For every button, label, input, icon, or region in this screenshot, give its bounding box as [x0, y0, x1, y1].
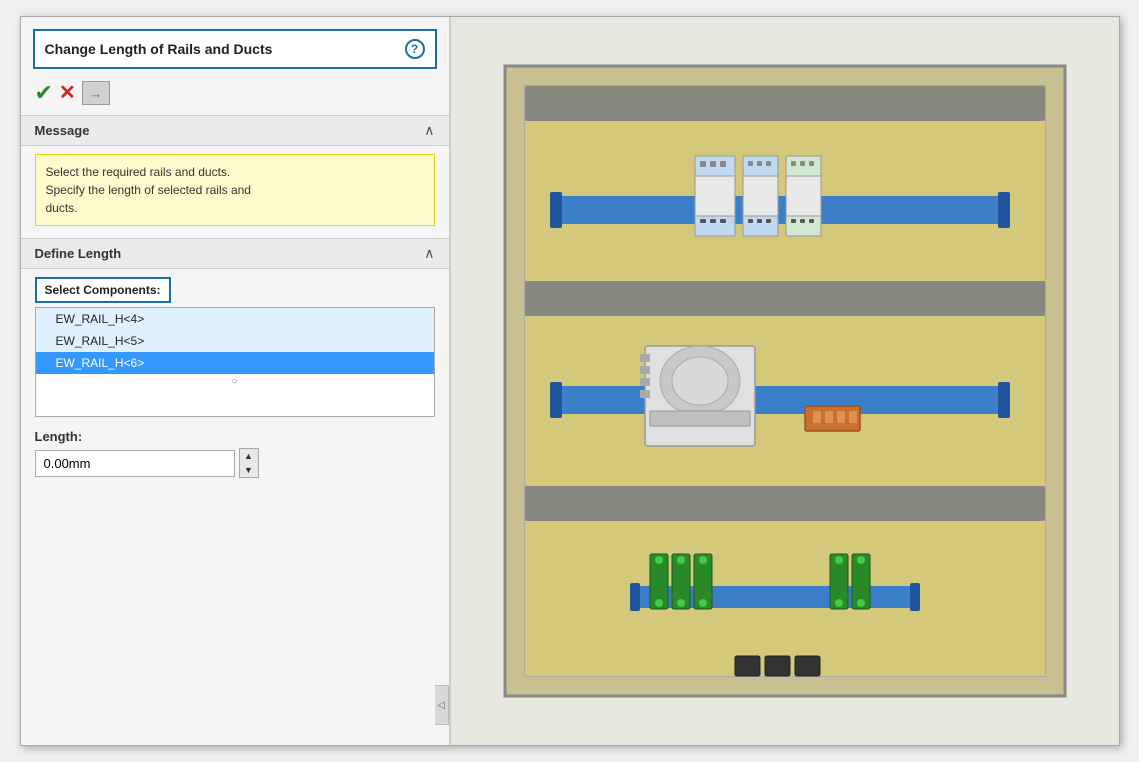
message-line1: Select the required rails and ducts.	[46, 165, 231, 179]
message-box: Select the required rails and ducts. Spe…	[35, 154, 435, 226]
list-item-rail6[interactable]: EW_RAIL_H<6>	[36, 352, 434, 374]
cabinet-view	[451, 17, 1119, 745]
collapse-handle[interactable]: ◁	[435, 685, 449, 725]
define-section-title: Define Length	[35, 246, 122, 261]
define-section-header: Define Length ∧	[21, 238, 449, 269]
panel-title: Change Length of Rails and Ducts	[45, 41, 273, 57]
length-spinner: ▲ ▼	[239, 448, 259, 478]
spinner-up[interactable]: ▲	[240, 449, 258, 463]
define-section: Define Length ∧ Select Components: EW_RA…	[21, 238, 449, 478]
message-section-header: Message ∧	[21, 115, 449, 146]
confirm-button[interactable]: ✔	[35, 82, 53, 104]
toolbar: ✔ ✕ →	[21, 77, 449, 115]
components-list: EW_RAIL_H<4> EW_RAIL_H<5> EW_RAIL_H<6> ○	[35, 307, 435, 417]
spinner-down[interactable]: ▼	[240, 463, 258, 477]
left-panel: Change Length of Rails and Ducts ? ✔ ✕ →…	[21, 17, 451, 745]
right-panel	[451, 17, 1119, 745]
title-bar: Change Length of Rails and Ducts ?	[33, 29, 437, 69]
message-chevron[interactable]: ∧	[424, 122, 434, 139]
list-item-rail5[interactable]: EW_RAIL_H<5>	[36, 330, 434, 352]
help-icon[interactable]: ?	[405, 39, 425, 59]
list-item-rail4[interactable]: EW_RAIL_H<4>	[36, 308, 434, 330]
cabinet-svg	[495, 56, 1075, 706]
define-chevron[interactable]: ∧	[424, 245, 434, 262]
select-components-label: Select Components:	[35, 277, 171, 303]
message-line2: Specify the length of selected rails and	[46, 183, 251, 197]
message-line3: ducts.	[46, 201, 78, 215]
scroll-indicator: ○	[36, 374, 434, 389]
length-input[interactable]	[35, 450, 235, 477]
arrow-button[interactable]: →	[82, 81, 110, 105]
cancel-button[interactable]: ✕	[59, 83, 76, 103]
length-label: Length:	[35, 429, 435, 444]
message-section-title: Message	[35, 123, 90, 138]
main-container: Change Length of Rails and Ducts ? ✔ ✕ →…	[20, 16, 1120, 746]
length-input-row: ▲ ▼	[35, 448, 435, 478]
